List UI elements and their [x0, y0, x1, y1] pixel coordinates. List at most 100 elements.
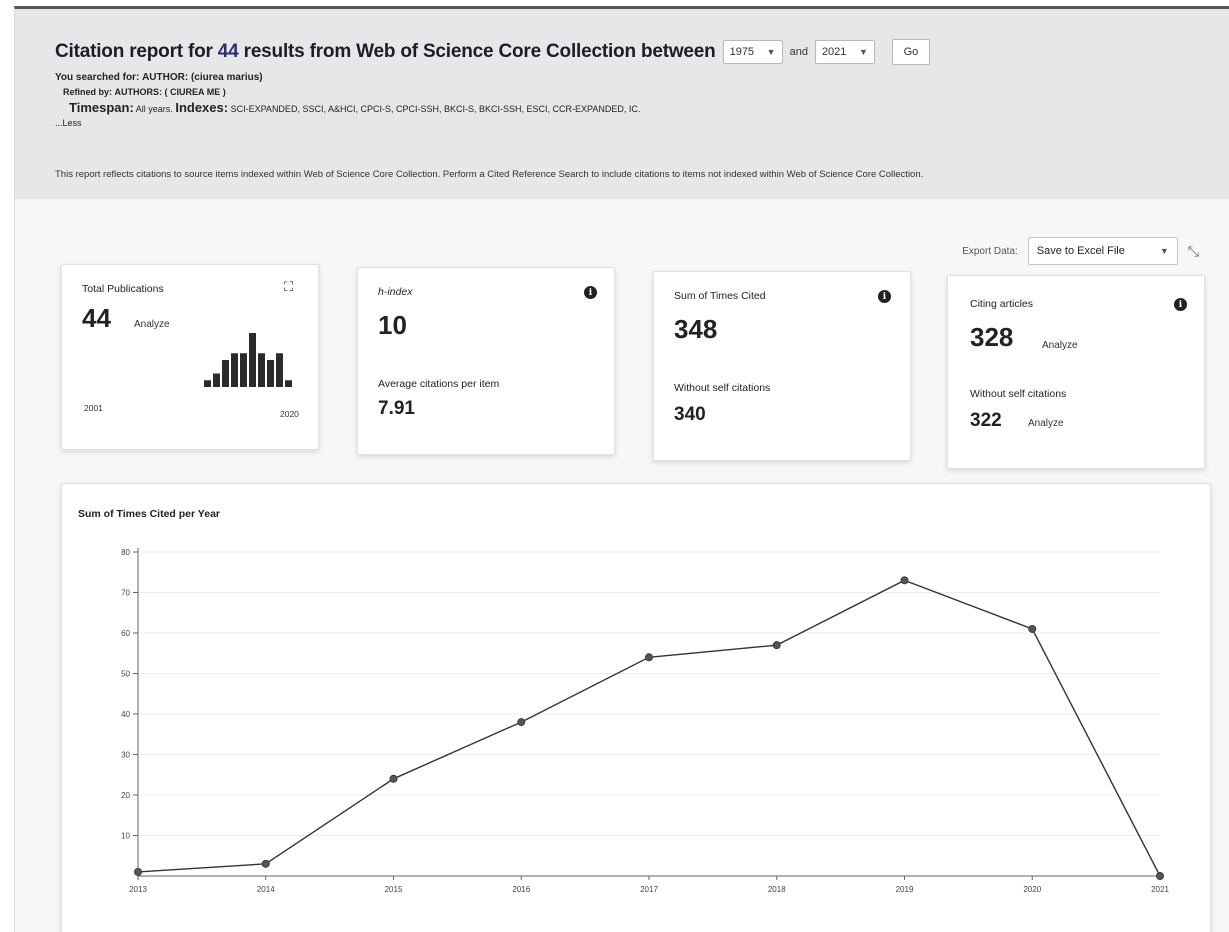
from-year-value: 1975: [729, 46, 755, 58]
h-index-card: h-index i 10 Average citations per item …: [357, 267, 615, 455]
histogram-bar: [267, 360, 274, 387]
export-selected-value: Save to Excel File: [1036, 245, 1125, 257]
x-tick-label: 2018: [768, 885, 786, 894]
average-citations-value: 7.91: [378, 398, 415, 419]
export-label: Export Data:: [962, 245, 1018, 257]
times-cited-chart-card: Sum of Times Cited per Year 10 20 30 40 50 60…: [61, 483, 1211, 932]
series-line: [137, 579, 1161, 877]
y-tick-label: 30: [121, 751, 130, 760]
data-point: [134, 867, 143, 876]
citing-articles-value: 328: [970, 322, 1014, 352]
y-tick-label: 10: [121, 832, 130, 841]
data-point: [772, 641, 781, 650]
timespan-indexes: Timespan: All years. Indexes: SCI-EXPAND…: [55, 101, 1229, 116]
refined-by: Refined by: AUTHORS: ( CIUREA ME ): [55, 85, 1229, 99]
report-note: This report reflects citations to source…: [55, 169, 924, 180]
data-point: [900, 576, 909, 585]
chevron-down-icon: ▼: [766, 47, 776, 57]
y-tick-label: 60: [121, 629, 130, 638]
citing-without-self-analyze-link[interactable]: Analyze: [1028, 418, 1064, 429]
info-icon[interactable]: i: [878, 290, 891, 303]
sum-times-cited-value: 348: [674, 314, 718, 344]
and-label: and: [789, 46, 808, 58]
searched-value: AUTHOR: (ciurea marius): [142, 72, 263, 83]
data-point: [517, 718, 526, 727]
x-tick-label: 2019: [896, 885, 914, 894]
info-icon[interactable]: i: [1174, 298, 1187, 311]
citation-report-page: Citation report for 44 results from Web …: [14, 6, 1229, 932]
histogram-bar: [213, 373, 220, 387]
export-select[interactable]: Save to Excel File ▼: [1027, 237, 1178, 265]
h-index-label: h-index: [378, 286, 413, 298]
histogram-bar: [222, 360, 229, 387]
info-icon[interactable]: i: [584, 286, 597, 299]
histogram-bar: [285, 380, 292, 387]
average-citations-label: Average citations per item: [378, 378, 500, 390]
citing-without-self-citations-value: 322: [970, 410, 1002, 431]
histogram-bar: [240, 353, 247, 387]
indexes-value: SCI-EXPANDED, SSCI, A&HCI, CPCI-S, CPCI-…: [230, 104, 641, 114]
without-self-citations-label: Without self citations: [970, 388, 1067, 400]
histogram-bar: [204, 380, 211, 387]
to-year-value: 2021: [821, 46, 847, 58]
x-tick-label: 2013: [129, 885, 147, 894]
result-count: 44: [217, 41, 239, 62]
total-publications-analyze-link[interactable]: Analyze: [134, 319, 170, 330]
x-tick-label: 2016: [512, 885, 530, 894]
histogram-end-year: 2020: [280, 409, 299, 419]
timespan-label: Timespan:: [69, 100, 134, 115]
y-tick-label: 50: [121, 670, 130, 679]
searched-label: You searched for:: [55, 72, 140, 83]
from-year-select[interactable]: 1975 ▼: [722, 40, 783, 64]
search-query: You searched for: AUTHOR: (ciurea marius…: [55, 71, 1229, 85]
data-point: [261, 859, 270, 868]
without-self-citations-label: Without self citations: [674, 382, 771, 394]
x-tick-label: 2021: [1151, 885, 1169, 894]
x-tick-label: 2020: [1023, 885, 1041, 894]
citing-articles-card: Citing articles i 328 Analyze Without se…: [947, 275, 1205, 469]
histogram-bar: [258, 353, 265, 387]
page-title: Citation report for 44 results from Web …: [55, 41, 716, 63]
expand-icon[interactable]: ⛶: [284, 279, 293, 295]
y-tick-label: 40: [121, 710, 130, 719]
histogram-start-year: 2001: [84, 403, 103, 413]
title-row: Citation report for 44 results from Web …: [55, 39, 1229, 65]
y-tick-label: 70: [121, 589, 130, 598]
x-tick-label: 2017: [640, 885, 658, 894]
timespan-value: All years.: [135, 104, 173, 114]
data-point: [1156, 871, 1165, 880]
times-cited-line-chart: 10 20 30 40 50 60 70 80 2013 2014 2015 2016 2017 2018…: [121, 548, 1169, 894]
histogram-bar: [276, 353, 283, 387]
report-header: Citation report for 44 results from Web …: [15, 9, 1229, 199]
histogram-bar: [249, 333, 256, 387]
sum-without-self-citations-value: 340: [674, 404, 706, 425]
data-point: [389, 774, 398, 783]
title-suffix: results from Web of Science Core Collect…: [243, 41, 716, 62]
y-tick-label: 20: [121, 791, 130, 800]
publications-histogram: [204, 333, 292, 387]
sum-times-cited-card: Sum of Times Cited i 348 Without self ci…: [653, 271, 911, 461]
y-tick-label: 80: [121, 548, 130, 557]
citing-articles-label: Citing articles: [970, 298, 1034, 310]
histogram-bar: [231, 353, 238, 387]
h-index-value: 10: [378, 310, 407, 340]
go-button[interactable]: Go: [891, 39, 930, 65]
less-link[interactable]: ...Less: [55, 116, 1229, 130]
data-point: [645, 653, 654, 662]
total-publications-label: Total Publications: [82, 283, 164, 295]
export-data: Export Data: Save to Excel File ▼ ⤡: [962, 237, 1199, 265]
chevron-down-icon: ▼: [859, 47, 868, 57]
title-prefix: Citation report for: [55, 41, 213, 62]
collapse-icon[interactable]: ⤡: [1188, 243, 1199, 260]
refined-label: Refined by:: [63, 87, 113, 97]
total-publications-value: 44: [82, 303, 111, 333]
sum-times-cited-label: Sum of Times Cited: [674, 290, 766, 302]
refined-value: AUTHORS: ( CIUREA ME ): [114, 87, 226, 97]
total-publications-card: Total Publications ⛶ 44 Analyze 2001 202…: [61, 264, 319, 450]
indexes-label: Indexes:: [175, 100, 229, 115]
to-year-select[interactable]: 2021 ▼: [814, 40, 875, 64]
chevron-down-icon: ▼: [1159, 246, 1169, 256]
data-point: [1028, 624, 1037, 633]
citing-articles-analyze-link[interactable]: Analyze: [1042, 340, 1078, 351]
x-tick-label: 2015: [385, 885, 403, 894]
